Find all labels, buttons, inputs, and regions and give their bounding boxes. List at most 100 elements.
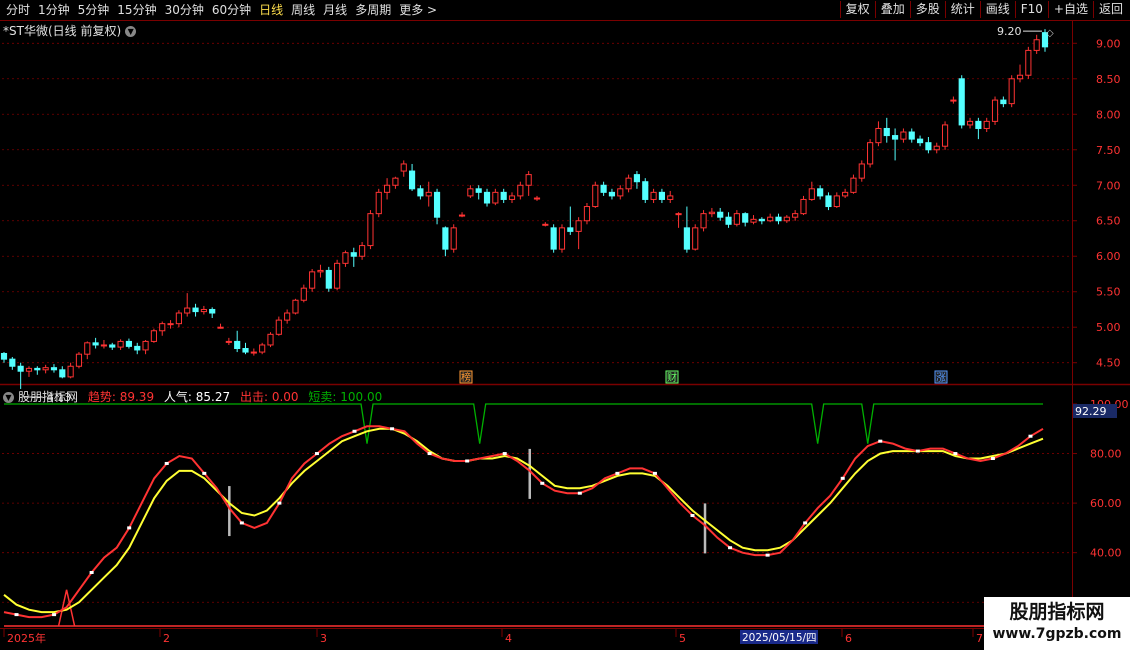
f10-button[interactable]: F10 [1014, 1, 1048, 18]
candle-body [242, 348, 249, 353]
chevron-down-icon[interactable]: ▼ [3, 392, 14, 403]
candle-body [567, 227, 574, 232]
trend-dot [277, 501, 282, 505]
back-button[interactable]: 返回 [1092, 1, 1128, 18]
candle-body [17, 365, 24, 372]
candle-body [384, 184, 391, 193]
short-sell-line [4, 403, 1043, 444]
candle-body [925, 142, 932, 151]
candle-body [883, 127, 890, 137]
trend-dot [540, 481, 545, 485]
trend-dot [803, 521, 808, 525]
legend-sell-name: 短卖 [308, 390, 333, 404]
overlay-button[interactable]: 叠加 [874, 1, 910, 18]
trend-dot [52, 613, 57, 617]
chevron-down-icon[interactable]: ▼ [125, 26, 137, 37]
candle-body [292, 299, 299, 314]
stats-button[interactable]: 统计 [944, 1, 980, 18]
candle-body [175, 312, 182, 325]
attack-signal [57, 589, 76, 627]
candle-body [433, 191, 441, 218]
candle-body [775, 216, 782, 222]
event-tag-box [665, 370, 679, 384]
candle-body [1041, 32, 1049, 48]
candle-body [367, 213, 374, 247]
add-watchlist-button[interactable]: +自选 [1047, 1, 1093, 18]
y-tick-label: 7.50 [1096, 144, 1121, 157]
trend-dot [465, 459, 470, 463]
candle-body [508, 195, 516, 200]
candle-body [234, 340, 241, 350]
y-tick-label: 80.00 [1090, 448, 1122, 461]
candle-body [658, 191, 665, 200]
chart-title[interactable]: *ST华微(日线 前复权) ▼ [3, 22, 137, 39]
y-tick-label: 8.00 [1096, 108, 1121, 121]
candle-body [100, 344, 108, 347]
tab-period[interactable]: 15分钟 [113, 2, 160, 18]
candle-body [450, 227, 457, 250]
candle-body [733, 213, 740, 225]
trend-dot [915, 449, 920, 453]
candle-body [1025, 49, 1032, 76]
candle-body [275, 319, 282, 335]
multi-stock-button[interactable]: 多股 [909, 1, 945, 18]
candle-body [625, 177, 632, 190]
event-tag: 涨 [936, 372, 946, 384]
candle-body [0, 352, 8, 360]
candle-body [34, 367, 41, 371]
tab-period[interactable]: 5分钟 [74, 2, 114, 18]
candle-body [517, 184, 524, 197]
candle-body [375, 191, 382, 215]
tab-period[interactable]: 1分钟 [34, 2, 74, 18]
candle-body [533, 197, 541, 200]
candle-body [900, 131, 907, 140]
candle-body [617, 188, 624, 197]
candle-body [958, 78, 965, 126]
tab-period[interactable]: 分时 [2, 2, 34, 18]
candle-body [150, 330, 157, 342]
candle-body [334, 262, 341, 289]
candle-body [300, 287, 307, 301]
stock-chart: 9.00 8.50 8.00 7.50 7.00 6.50 6.00 5.50 5.00 4.50… [0, 21, 1130, 650]
tab-period[interactable]: 月线 [319, 2, 351, 18]
tab-period[interactable]: 多周期 [351, 2, 395, 18]
tab-period-daily[interactable]: 日线 [255, 2, 287, 18]
trend-dot [690, 514, 695, 517]
tab-more[interactable]: 更多 > [395, 2, 441, 18]
x-tick-label: 7 [976, 632, 983, 645]
candle-body [75, 353, 83, 367]
candle-body [209, 308, 216, 314]
candle-body [167, 323, 174, 326]
candle-body [558, 227, 566, 250]
stock-title: *ST华微(日线 前复权) [3, 24, 122, 38]
candle-body [259, 344, 266, 353]
watermark-url: www.7gpzb.com [992, 626, 1122, 642]
candle-body [608, 191, 616, 197]
candle-body [916, 138, 924, 144]
fuquan-button[interactable]: 复权 [839, 1, 875, 18]
trend-dot [577, 491, 582, 495]
candle-body [983, 120, 990, 129]
candle-body [92, 342, 99, 346]
candle-body [908, 131, 915, 140]
draw-button[interactable]: 画线 [979, 1, 1015, 18]
trend-dot [728, 546, 733, 550]
candle-body [825, 195, 832, 208]
tab-period[interactable]: 周线 [287, 2, 319, 18]
candle-body [200, 308, 207, 313]
candle-body [317, 269, 324, 273]
x-tick-label: 5 [679, 632, 686, 645]
y-tick-label: 5.50 [1096, 286, 1121, 299]
candle-body [583, 206, 591, 222]
trend-line [3, 425, 1044, 619]
candle-body [667, 195, 674, 200]
candle-body [225, 340, 232, 343]
candle-body [117, 340, 124, 348]
candle-body [592, 184, 599, 208]
candle-body [59, 369, 66, 378]
candle-body [408, 170, 416, 190]
candle-body [892, 135, 899, 140]
tab-period[interactable]: 60分钟 [208, 2, 255, 18]
candle-body [1016, 74, 1024, 80]
tab-period[interactable]: 30分钟 [161, 2, 208, 18]
